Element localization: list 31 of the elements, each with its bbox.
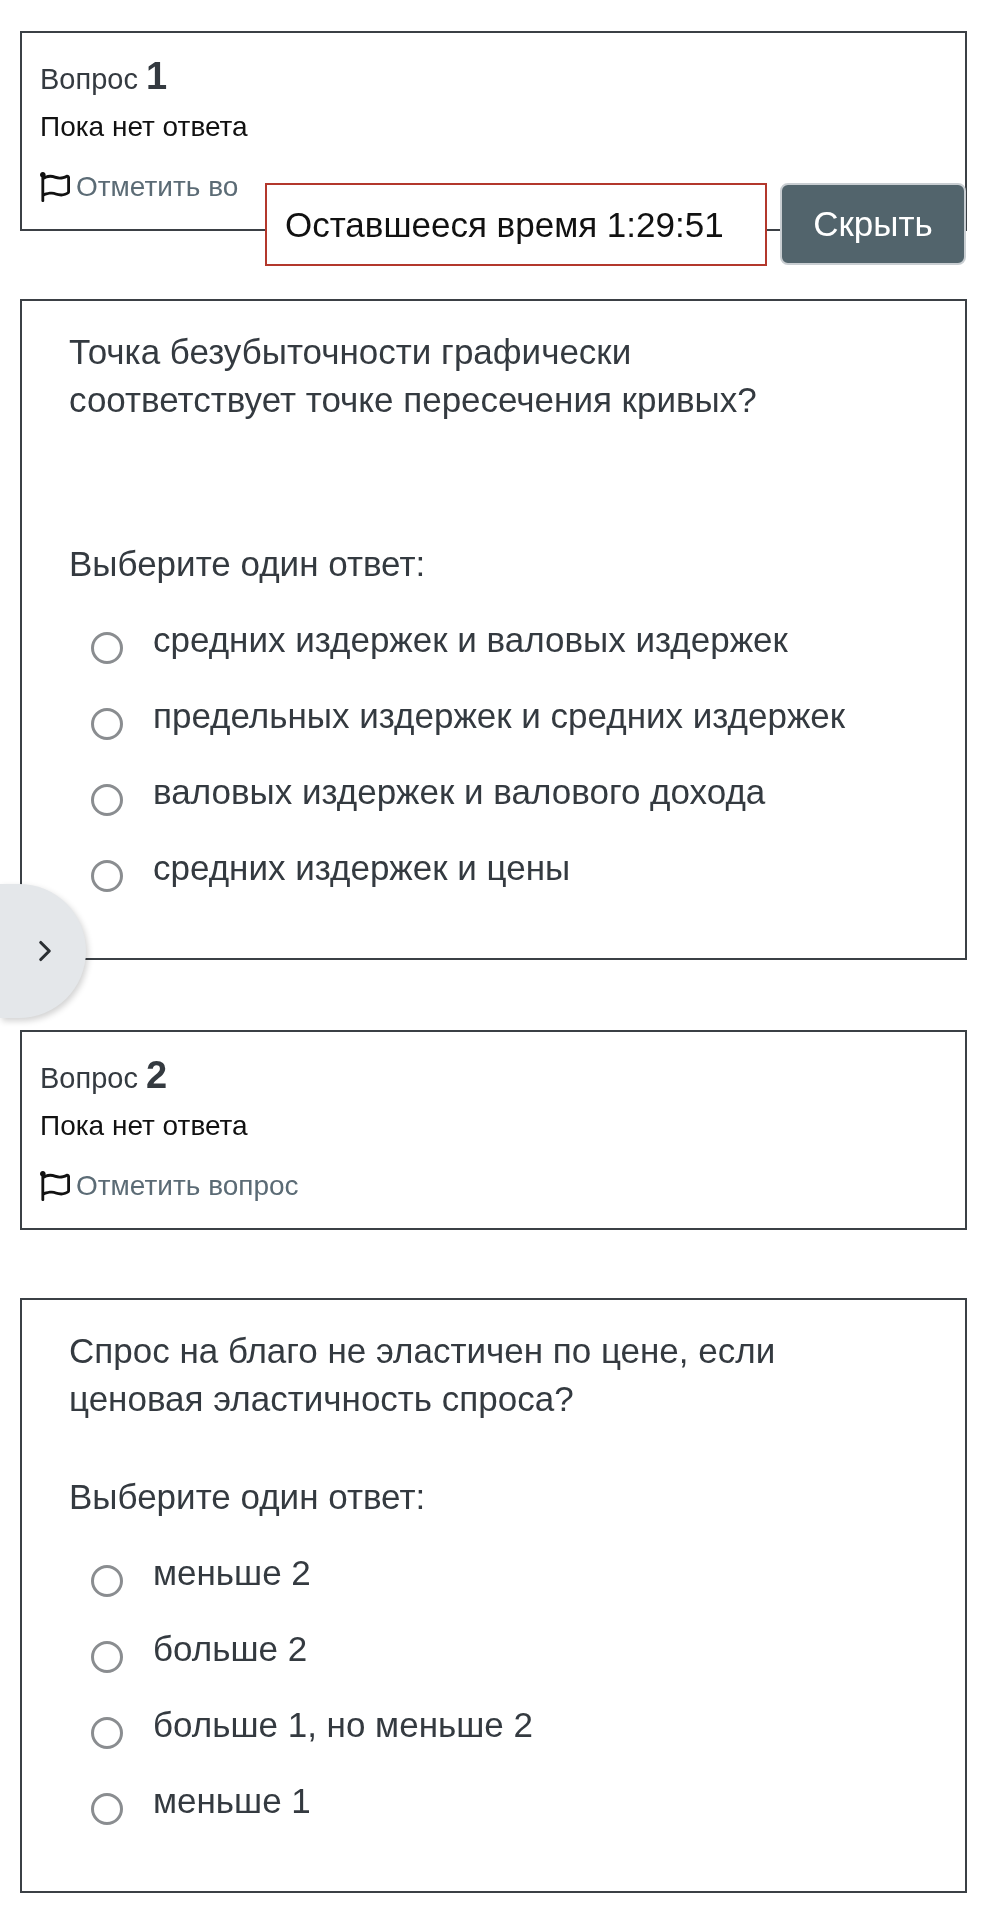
radio-button[interactable] — [91, 1641, 123, 1673]
radio-button[interactable] — [91, 632, 123, 664]
flag-question-link[interactable]: Отметить во — [40, 169, 239, 205]
option-label[interactable]: меньше 1 — [153, 1777, 311, 1825]
answer-prompt: Выберите один ответ: — [69, 543, 427, 585]
drawer-toggle-button[interactable] — [0, 884, 86, 1018]
answer-prompt: Выберите один ответ: — [69, 1476, 427, 1518]
question-text: Спрос на благо не эластичен по цене, если ценовая эластичность спроса? — [69, 1330, 777, 1420]
option-label[interactable]: больше 1, но меньше 2 — [153, 1701, 533, 1749]
radio-button[interactable] — [91, 1793, 123, 1825]
radio-button[interactable] — [91, 1717, 123, 1749]
question-number: 2 — [145, 1053, 168, 1098]
option-label[interactable]: валовых издержек и валового дохода — [153, 768, 766, 816]
option-label[interactable]: больше 2 — [153, 1625, 308, 1673]
option-label[interactable]: предельных издержек и средних издержек — [153, 692, 846, 740]
question-text: Точка безубыточности графически соответствует точке пересечения кривых? — [69, 331, 758, 421]
radio-button[interactable] — [91, 860, 123, 892]
hide-button[interactable]: Скрыть — [780, 183, 966, 265]
option-label[interactable]: меньше 2 — [153, 1549, 311, 1597]
radio-button[interactable] — [91, 1565, 123, 1597]
option-label[interactable]: средних издержек и валовых издержек — [153, 616, 788, 664]
radio-button[interactable] — [91, 784, 123, 816]
option-label[interactable]: средних издержек и цены — [153, 844, 571, 892]
time-remaining: Оставшееся время 1:29:51 — [265, 183, 767, 266]
answer-status: Пока нет ответа — [40, 110, 249, 144]
question-number: 1 — [145, 54, 168, 99]
flag-question-link[interactable]: Отметить вопрос — [40, 1168, 299, 1204]
question-label: Вопрос — [40, 1061, 138, 1096]
answer-status: Пока нет ответа — [40, 1109, 249, 1143]
question-label: Вопрос — [40, 62, 138, 97]
radio-button[interactable] — [91, 708, 123, 740]
